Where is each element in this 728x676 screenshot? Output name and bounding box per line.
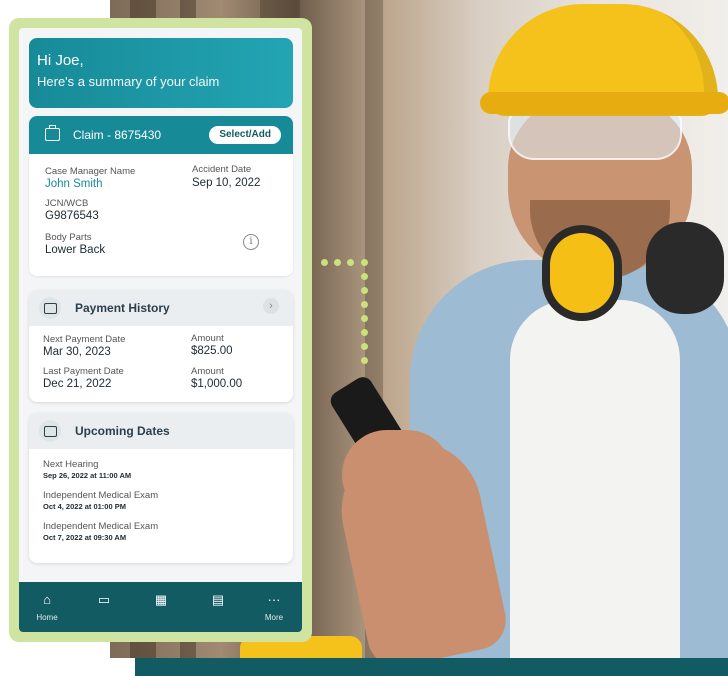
next-amount-label: Amount bbox=[191, 333, 224, 344]
app-screen: Hi Joe, Here's a summary of your claim C… bbox=[19, 28, 302, 632]
ear-muff-right bbox=[646, 222, 724, 314]
select-add-button[interactable]: Select/Add bbox=[209, 126, 281, 144]
decor-dot bbox=[361, 259, 368, 266]
case-manager-value[interactable]: John Smith bbox=[45, 178, 103, 190]
ear-muff-left bbox=[542, 225, 622, 321]
credit-card-icon bbox=[39, 297, 61, 319]
decor-dot bbox=[361, 273, 368, 280]
nav-item-medical[interactable]: ▦ bbox=[133, 592, 189, 613]
notifications-icon: ▤ bbox=[211, 592, 225, 607]
claim-title: Claim - 8675430 bbox=[73, 128, 162, 142]
jcn-value: G9876543 bbox=[45, 210, 99, 222]
nav-item-payments[interactable]: ▭ bbox=[76, 592, 132, 613]
last-payment-value: Dec 21, 2022 bbox=[43, 378, 112, 390]
jcn-label: JCN/WCB bbox=[45, 198, 89, 209]
payments-icon: ▭ bbox=[97, 592, 111, 607]
greeting-subtitle: Here's a summary of your claim bbox=[37, 74, 220, 89]
upcoming-item-label: Next Hearing bbox=[43, 459, 99, 470]
decor-dot bbox=[361, 329, 368, 336]
decor-dot bbox=[361, 287, 368, 294]
nav-label: Home bbox=[36, 613, 58, 622]
worker-tshirt bbox=[510, 300, 680, 658]
decor-dot bbox=[347, 259, 354, 266]
upcoming-dates-card: Upcoming Dates Next Hearing Sep 26, 2022… bbox=[29, 413, 293, 563]
hard-hat-brim bbox=[480, 92, 728, 114]
decor-dot bbox=[361, 357, 368, 364]
greeting-banner: Hi Joe, Here's a summary of your claim bbox=[29, 38, 293, 108]
nav-item-notifications[interactable]: ▤ bbox=[190, 592, 246, 613]
body-parts-value: Lower Back bbox=[45, 244, 106, 256]
upcoming-item-label: Independent Medical Exam bbox=[43, 521, 159, 532]
decor-dot bbox=[334, 259, 341, 266]
nav-item-home[interactable]: ⌂ Home bbox=[19, 592, 75, 622]
case-manager-label: Case Manager Name bbox=[45, 166, 136, 177]
upcoming-item-value: Sep 26, 2022 at 11:00 AM bbox=[43, 471, 132, 480]
last-amount-value: $1,000.00 bbox=[191, 378, 243, 390]
upcoming-item-value: Oct 4, 2022 at 01:00 PM bbox=[43, 502, 126, 511]
upcoming-item-value: Oct 7, 2022 at 09:30 AM bbox=[43, 533, 127, 542]
upcoming-item-label: Independent Medical Exam bbox=[43, 490, 159, 501]
next-amount-value: $825.00 bbox=[191, 345, 233, 357]
bottom-nav: ⌂ Home ▭ ▦ ▤ ··· More bbox=[19, 582, 302, 632]
decor-dot bbox=[361, 343, 368, 350]
worker-hand bbox=[342, 430, 452, 520]
last-payment-label: Last Payment Date bbox=[43, 366, 124, 377]
more-icon: ··· bbox=[267, 592, 281, 607]
nav-item-more[interactable]: ··· More bbox=[246, 592, 302, 622]
next-payment-value: Mar 30, 2023 bbox=[43, 346, 111, 358]
decor-dot bbox=[321, 259, 328, 266]
greeting-name: Hi Joe, bbox=[37, 52, 84, 69]
upcoming-dates-title: Upcoming Dates bbox=[75, 424, 170, 438]
payment-history-card: Payment History › Next Payment Date Mar … bbox=[29, 290, 293, 402]
teal-footer-bar bbox=[135, 658, 728, 676]
accident-date-value: Sep 10, 2022 bbox=[192, 177, 261, 189]
briefcase-icon bbox=[45, 125, 60, 141]
decor-dot bbox=[361, 315, 368, 322]
claim-header: Claim - 8675430 Select/Add bbox=[29, 116, 293, 154]
next-payment-label: Next Payment Date bbox=[43, 334, 126, 345]
claim-card: Claim - 8675430 Select/Add Case Manager … bbox=[29, 116, 293, 276]
accident-date-label: Accident Date bbox=[192, 164, 252, 175]
upcoming-dates-header[interactable]: Upcoming Dates bbox=[29, 413, 293, 449]
medical-icon: ▦ bbox=[154, 592, 168, 607]
home-icon: ⌂ bbox=[43, 592, 51, 607]
nav-label: More bbox=[264, 613, 284, 622]
info-icon[interactable]: i bbox=[243, 234, 259, 250]
safety-glasses bbox=[508, 112, 682, 160]
calendar-icon bbox=[39, 420, 61, 442]
payment-history-title: Payment History bbox=[75, 301, 170, 315]
payment-history-header[interactable]: Payment History › bbox=[29, 290, 293, 326]
body-parts-label: Body Parts bbox=[45, 232, 92, 243]
last-amount-label: Amount bbox=[191, 366, 224, 377]
decor-dot bbox=[361, 301, 368, 308]
chevron-right-icon[interactable]: › bbox=[263, 298, 279, 314]
